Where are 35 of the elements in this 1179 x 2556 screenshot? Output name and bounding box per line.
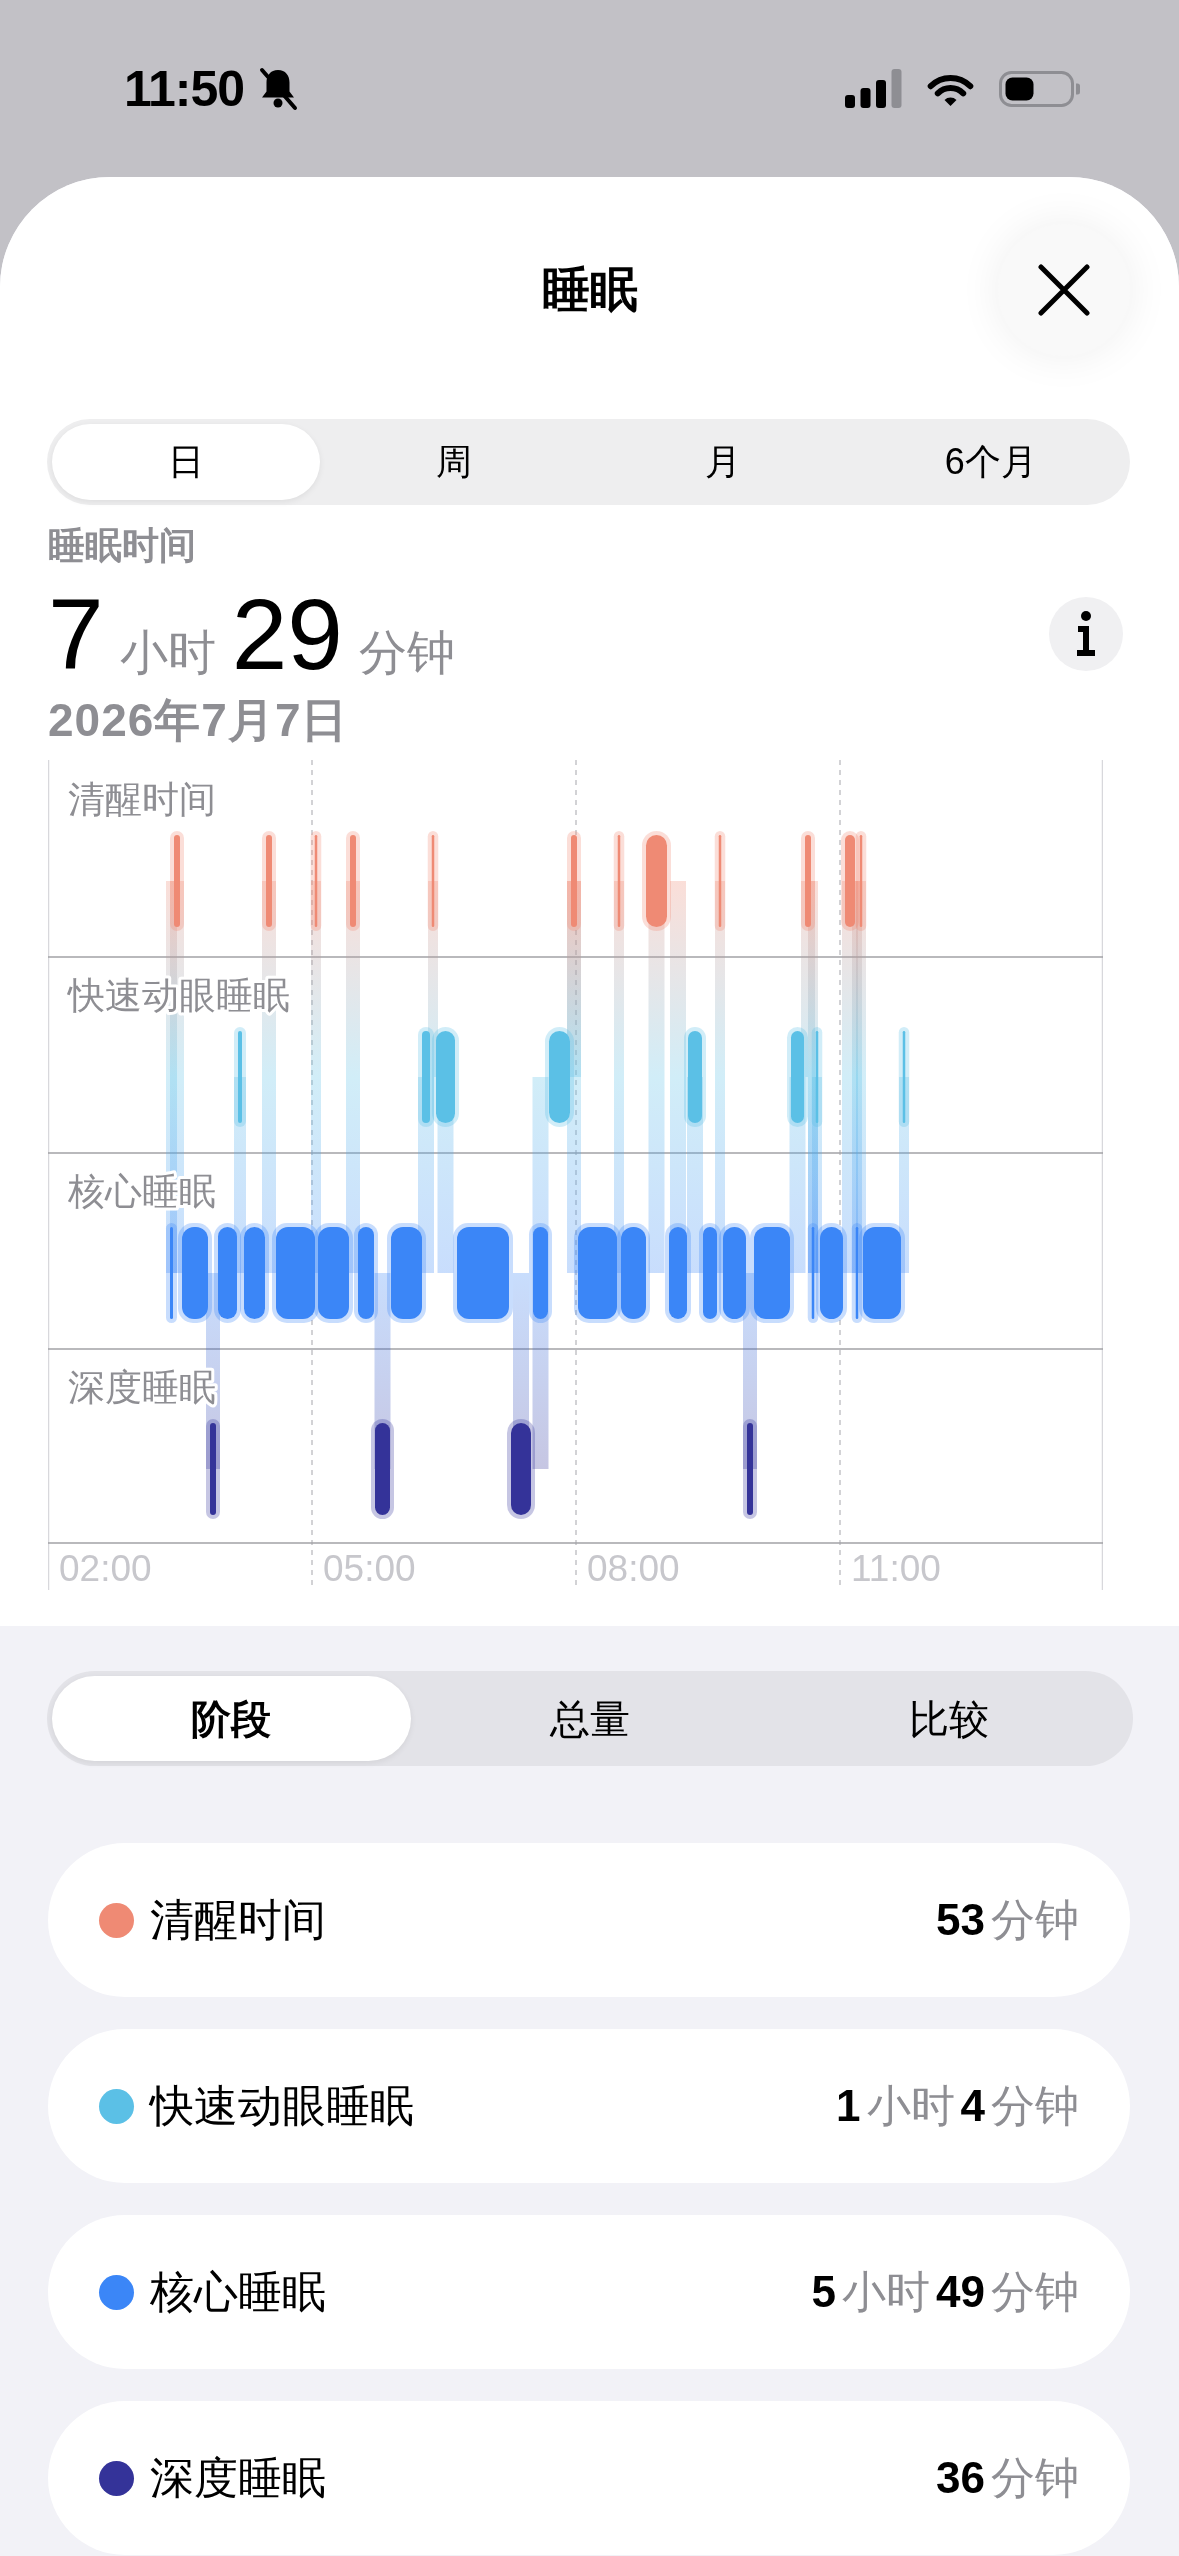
time-axis-label: 08:00 — [587, 1548, 680, 1589]
stage-name: 深度睡眠 — [150, 2451, 327, 2504]
time-axis-label: 02:00 — [59, 1548, 152, 1589]
stage-card[interactable]: 快速动眼睡眠 1小时4分钟 — [48, 2029, 1130, 2183]
stage-card[interactable]: 核心睡眠 5小时49分钟 — [48, 2215, 1130, 2369]
stage-duration: 53分钟 — [936, 1893, 1079, 1946]
stage-duration: 36分钟 — [936, 2451, 1079, 2504]
view-tab[interactable]: 比较 — [769, 1676, 1128, 1761]
stage-name: 核心睡眠 — [150, 2265, 327, 2318]
sleep-date: 2026年7月7日 — [48, 694, 350, 746]
range-tab[interactable]: 日 — [52, 424, 321, 500]
signal-icon — [845, 69, 902, 108]
stage-duration: 5小时49分钟 — [811, 2265, 1079, 2318]
status-time: 11:50 — [124, 63, 245, 114]
section-label: 睡眠时间 — [48, 525, 197, 567]
time-axis-label: 05:00 — [323, 1548, 416, 1589]
stage-row-label: 清醒时间 — [68, 779, 216, 820]
close-icon — [1038, 264, 1090, 316]
stage-card[interactable]: 清醒时间 53分钟 — [48, 1843, 1130, 1997]
range-tab[interactable]: 周 — [320, 424, 589, 500]
range-tab[interactable]: 6个月 — [856, 424, 1125, 500]
stage-name: 快速动眼睡眠 — [150, 2079, 415, 2132]
range-tab[interactable]: 月 — [588, 424, 857, 500]
battery-icon — [999, 70, 1080, 107]
stage-duration: 1小时4分钟 — [836, 2079, 1079, 2132]
stage-row-label: 深度睡眠 — [68, 1367, 216, 1408]
bell-slash-icon — [258, 66, 299, 111]
info-icon — [1075, 611, 1097, 657]
stage-name: 清醒时间 — [150, 1893, 327, 1946]
sheet-title: 睡眠 — [541, 262, 638, 318]
time-axis-label: 11:00 — [851, 1548, 941, 1589]
stage-row-label: 快速动眼睡眠 — [68, 975, 290, 1016]
view-tab[interactable]: 总量 — [410, 1676, 770, 1761]
view-tab[interactable]: 阶段 — [52, 1676, 411, 1761]
stage-card[interactable]: 深度睡眠 36分钟 — [48, 2401, 1130, 2555]
